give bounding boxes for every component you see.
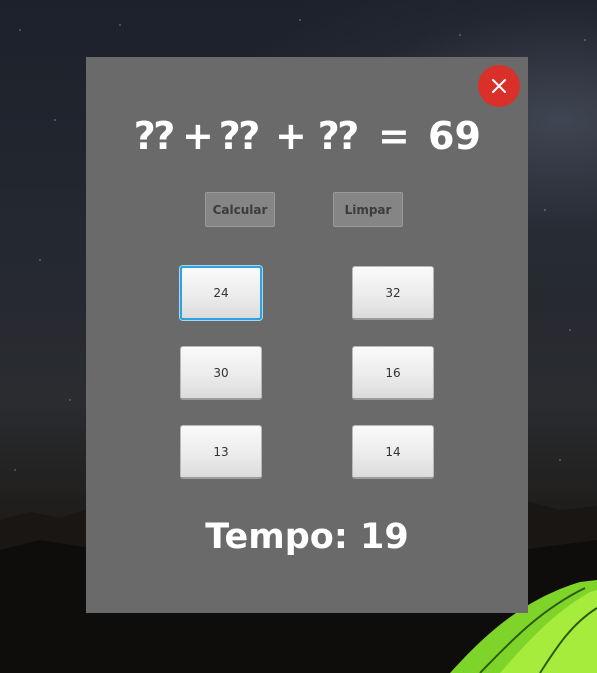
equation-slot-2: ⁇ (220, 114, 260, 158)
number-button-4[interactable]: 16 (352, 346, 434, 400)
close-button[interactable] (478, 65, 520, 107)
equation-plus-1: + (182, 114, 214, 158)
equation-slot-3: ⁇ (319, 114, 359, 158)
number-button-6[interactable]: 14 (352, 425, 434, 479)
equation-plus-2: + (275, 114, 307, 158)
number-button-3[interactable]: 30 (180, 346, 262, 400)
number-button-5[interactable]: 13 (180, 425, 262, 479)
equation-result: 69 (428, 114, 481, 158)
number-button-2[interactable]: 32 (352, 266, 434, 320)
close-icon (492, 79, 506, 93)
equation-slot-1: ⁇ (135, 114, 175, 158)
timer-label: Tempo: 19 (205, 517, 409, 557)
calculate-button[interactable]: Calcular (205, 192, 275, 227)
clear-button[interactable]: Limpar (333, 192, 403, 227)
equation-equals: = (378, 114, 410, 158)
equation: ⁇ + ⁇ + ⁇ = 69 (86, 110, 528, 162)
number-button-1[interactable]: 24 (180, 266, 262, 320)
